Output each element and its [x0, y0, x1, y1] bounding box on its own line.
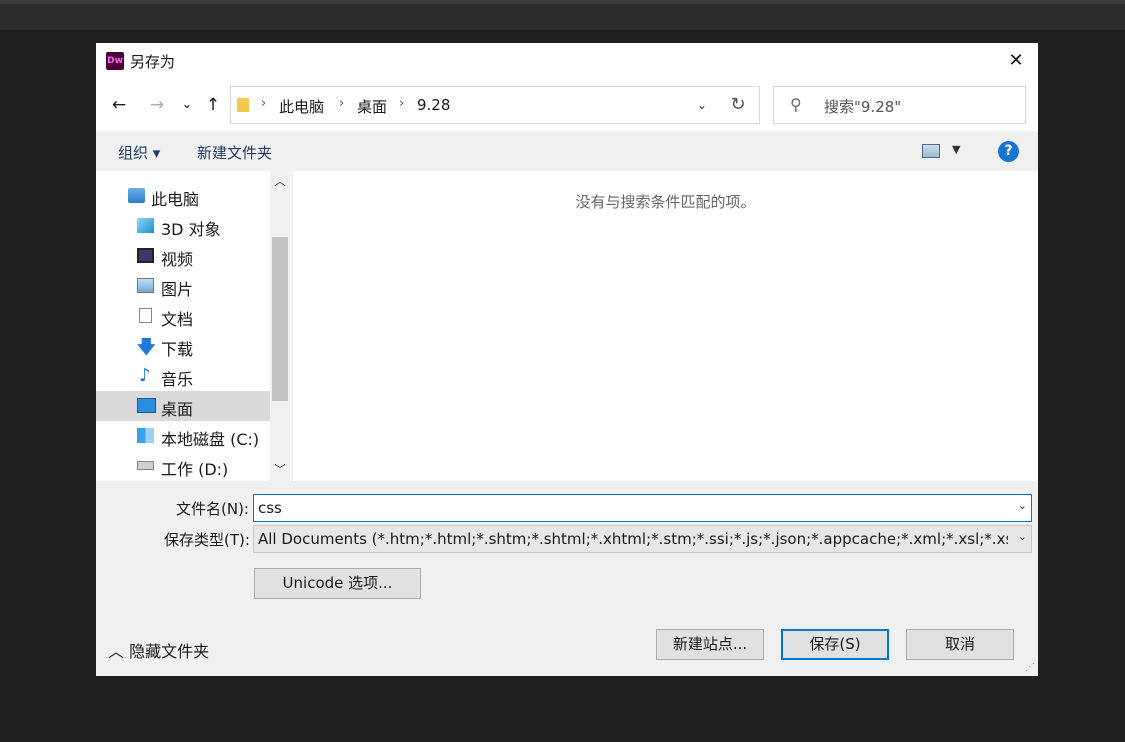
cancel-button[interactable]: 取消 [906, 629, 1014, 660]
sidebar-item-documents[interactable]: 文档 [96, 301, 270, 331]
hide-folders-label: 隐藏文件夹 [129, 642, 210, 661]
forward-arrow-icon[interactable]: → [146, 93, 168, 117]
navigation-pane-scrollbar[interactable]: ︿ ﹀ [270, 171, 290, 481]
new-site-button[interactable]: 新建站点... [656, 629, 764, 660]
navigation-bar: ← → ⌄ ↑ › 此电脑 › 桌面 › 9.28 ⌄ ↻ ⚲ 搜索"9.28" [96, 79, 1038, 131]
sidebar-item-label: 音乐 [161, 370, 194, 389]
film-icon [137, 248, 154, 263]
new-folder-button[interactable]: 新建文件夹 [197, 142, 272, 163]
resize-grip-icon[interactable]: ⋰ [1025, 662, 1035, 673]
refresh-icon[interactable]: ↻ [717, 86, 760, 124]
breadcrumb-this-pc[interactable]: 此电脑 [279, 96, 324, 117]
sidebar-item-label: 3D 对象 [161, 220, 221, 239]
recent-locations-chevron-icon[interactable]: ⌄ [176, 93, 198, 117]
chevron-right-icon[interactable]: › [339, 96, 344, 111]
command-toolbar: 组织 ▾ 新建文件夹 ▼ ? [96, 131, 1038, 171]
back-arrow-icon[interactable]: ← [108, 93, 130, 117]
sidebar-item-desktop[interactable]: 桌面 [96, 391, 270, 421]
sidebar-item-3d-objects[interactable]: 3D 对象 [96, 211, 270, 241]
filename-dropdown-chevron-icon[interactable]: ⌄ [1018, 499, 1027, 512]
filetype-label: 保存类型(T): [164, 531, 250, 549]
filetype-select[interactable]: All Documents (*.htm;*.html;*.shtm;*.sht… [253, 525, 1032, 553]
sidebar-item-music[interactable]: ♪ 音乐 [96, 361, 270, 391]
folder-icon [237, 98, 249, 112]
title-bar: Dw 另存为 ✕ [96, 43, 1038, 79]
app-top-bar [0, 0, 1125, 30]
save-as-dialog: Dw 另存为 ✕ ← → ⌄ ↑ › 此电脑 › 桌面 › 9.28 ⌄ ↻ ⚲… [96, 43, 1038, 676]
sidebar-item-label: 图片 [161, 280, 194, 299]
help-icon[interactable]: ? [998, 141, 1019, 162]
navigation-pane: 此电脑 3D 对象 视频 图片 文档 🡇 下载 ♪ 音乐 桌面 本地磁盘 (C:… [96, 171, 291, 481]
windows-drive-icon [137, 428, 154, 443]
empty-results-message: 没有与搜索条件匹配的项。 [575, 193, 756, 211]
scroll-up-icon[interactable]: ︿ [270, 173, 290, 189]
breadcrumb-folder[interactable]: 9.28 [417, 96, 450, 114]
sidebar-item-label: 下载 [161, 340, 194, 359]
search-placeholder: 搜索"9.28" [824, 98, 902, 116]
music-icon: ♪ [139, 365, 151, 386]
sidebar-item-label: 此电脑 [151, 190, 200, 209]
view-dropdown-chevron-icon[interactable]: ▼ [952, 143, 960, 156]
filename-input[interactable]: css ⌄ [253, 494, 1032, 522]
dreamweaver-app-icon: Dw [106, 52, 124, 70]
sidebar-item-label: 文档 [161, 310, 194, 329]
filetype-dropdown-chevron-icon[interactable]: ⌄ [1018, 530, 1027, 543]
address-dropdown-chevron-icon[interactable]: ⌄ [687, 87, 717, 123]
sidebar-item-drive-c[interactable]: 本地磁盘 (C:) [96, 421, 270, 451]
sidebar-item-this-pc[interactable]: 此电脑 [96, 181, 270, 211]
sidebar-item-drive-d[interactable]: 工作 (D:) [96, 451, 270, 481]
unicode-options-button[interactable]: Unicode 选项... [254, 568, 421, 599]
chevron-right-icon[interactable]: › [261, 96, 266, 111]
document-icon [139, 308, 152, 323]
close-button[interactable]: ✕ [994, 43, 1038, 79]
scroll-down-icon[interactable]: ﹀ [270, 461, 290, 477]
picture-icon [137, 278, 154, 293]
scrollbar-thumb[interactable] [272, 237, 288, 401]
drive-icon [137, 461, 154, 470]
address-bar[interactable]: › 此电脑 › 桌面 › 9.28 ⌄ [230, 86, 760, 124]
organize-menu-button[interactable]: 组织 ▾ [118, 142, 160, 163]
sidebar-item-videos[interactable]: 视频 [96, 241, 270, 271]
sidebar-item-downloads[interactable]: 🡇 下载 [96, 331, 270, 361]
hide-folders-toggle[interactable]: ︿ 隐藏文件夹 [108, 638, 209, 662]
filetype-value: All Documents (*.htm;*.html;*.shtm;*.sht… [258, 530, 1008, 548]
computer-icon [128, 188, 145, 203]
sidebar-item-label: 桌面 [161, 400, 194, 419]
breadcrumb-desktop[interactable]: 桌面 [357, 96, 387, 117]
search-icon: ⚲ [790, 95, 802, 114]
filename-label: 文件名(N): [176, 500, 249, 518]
desktop-icon [137, 398, 156, 413]
view-options-icon[interactable] [922, 144, 940, 158]
up-arrow-icon[interactable]: ↑ [202, 93, 224, 117]
cube-icon [137, 218, 154, 233]
search-box[interactable]: ⚲ 搜索"9.28" [773, 86, 1026, 124]
chevron-up-icon: ︿ [108, 642, 125, 661]
dialog-title: 另存为 [130, 53, 176, 71]
sidebar-item-pictures[interactable]: 图片 [96, 271, 270, 301]
save-button[interactable]: 保存(S) [781, 629, 889, 660]
file-list-pane[interactable]: 没有与搜索条件匹配的项。 [293, 171, 1038, 481]
sidebar-item-label: 工作 (D:) [161, 460, 229, 479]
filename-value: css [258, 499, 282, 517]
sidebar-item-label: 视频 [161, 250, 194, 269]
chevron-right-icon[interactable]: › [399, 96, 404, 111]
sidebar-item-label: 本地磁盘 (C:) [161, 430, 260, 449]
download-icon: 🡇 [137, 337, 156, 358]
